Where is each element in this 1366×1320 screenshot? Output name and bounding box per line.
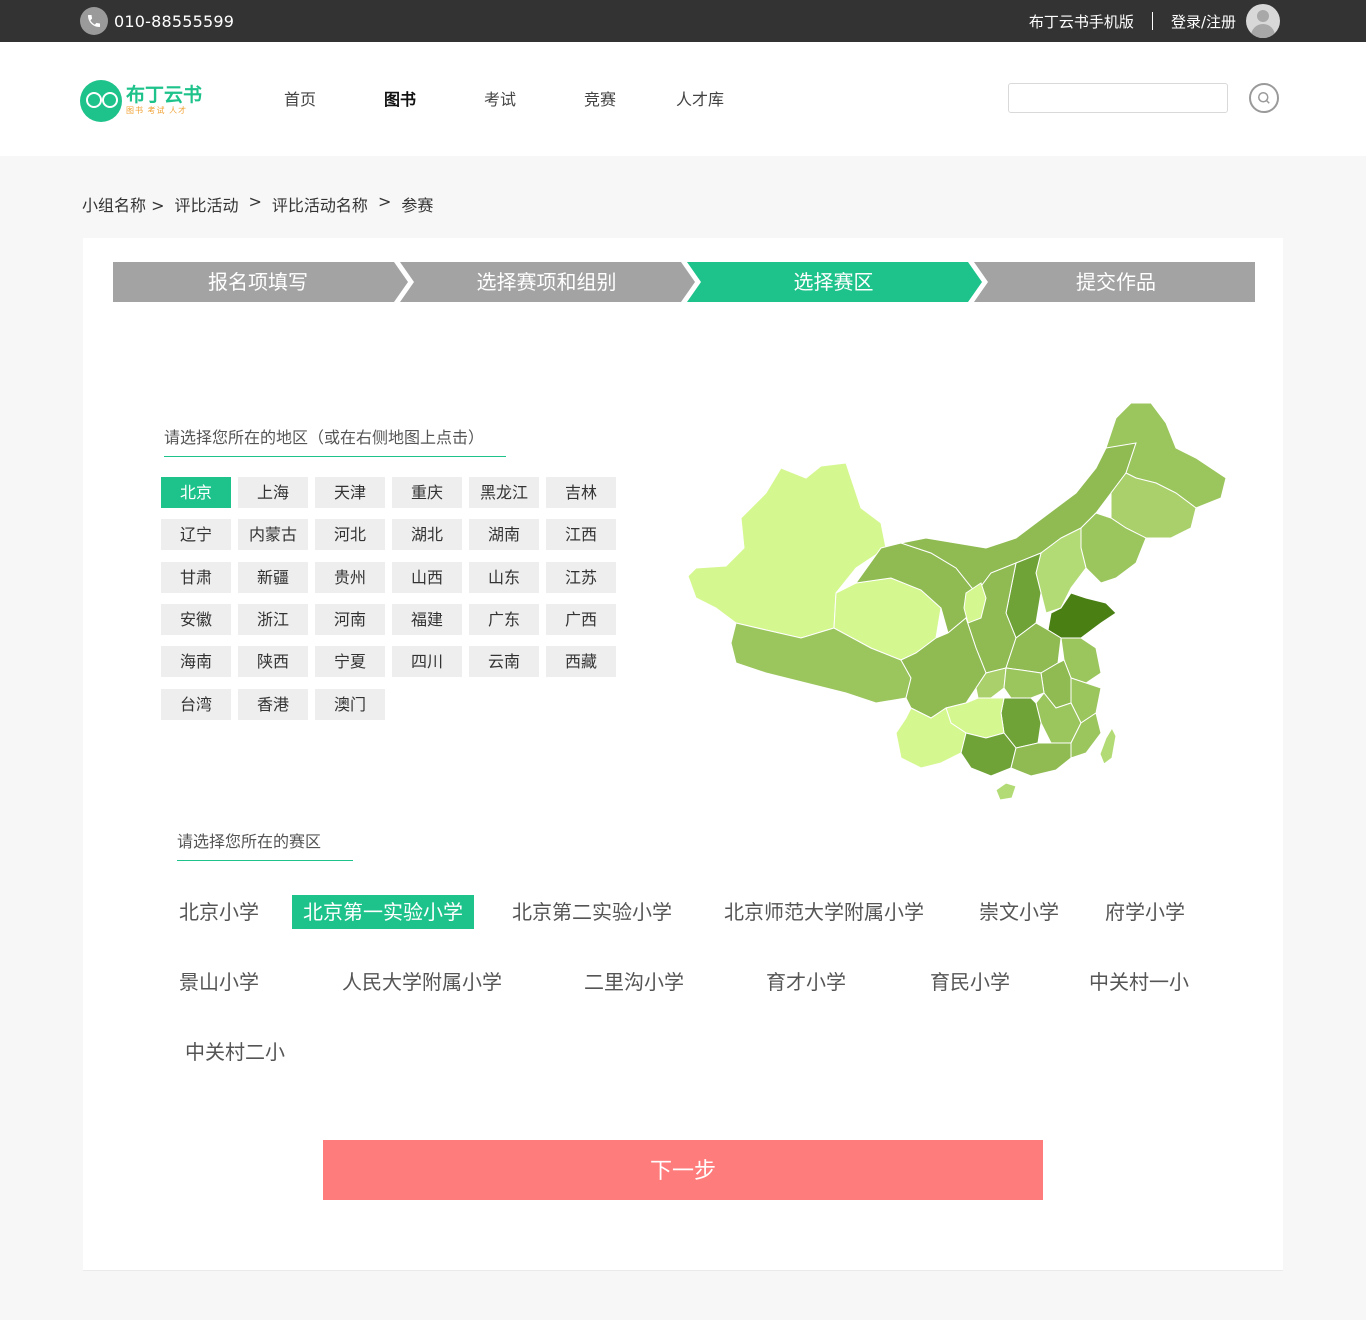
region-heilongjiang[interactable]: 黑龙江 <box>469 477 539 508</box>
map-hubei[interactable] <box>1003 667 1045 699</box>
region-guizhou[interactable]: 贵州 <box>315 562 385 593</box>
region-tianjin[interactable]: 天津 <box>315 477 385 508</box>
zone-item[interactable]: 中关村一小 <box>1089 965 1189 999</box>
avatar[interactable] <box>1246 4 1280 38</box>
breadcrumb-activity-name[interactable]: 评比活动名称 <box>272 192 368 216</box>
region-beijing[interactable]: 北京 <box>161 477 231 508</box>
logo-title: 布丁云书 <box>126 84 203 106</box>
search-button[interactable] <box>1249 83 1279 113</box>
hotline: 010-88555599 <box>80 6 234 36</box>
region-jiangxi[interactable]: 江西 <box>546 519 616 550</box>
region-xinjiang[interactable]: 新疆 <box>238 562 308 593</box>
region-liaoning[interactable]: 辽宁 <box>161 519 231 550</box>
region-henan[interactable]: 河南 <box>315 604 385 635</box>
region-xizang[interactable]: 西藏 <box>546 646 616 677</box>
zone-item[interactable]: 育才小学 <box>766 965 846 999</box>
region-taiwan[interactable]: 台湾 <box>161 689 231 720</box>
region-guangxi[interactable]: 广西 <box>546 604 616 635</box>
progress-steps: 报名项填写 选择赛项和组别 选择赛区 提交作品 <box>113 262 1255 302</box>
zone-section-title: 请选择您所在的赛区 <box>177 828 353 861</box>
breadcrumb-current: 参赛 <box>401 196 434 215</box>
region-shandong[interactable]: 山东 <box>469 562 539 593</box>
region-guangdong[interactable]: 广东 <box>469 604 539 635</box>
zone-item[interactable]: 二里沟小学 <box>584 965 684 999</box>
breadcrumb-activity[interactable]: 评比活动 <box>175 192 239 216</box>
region-shanxi[interactable]: 山西 <box>392 562 462 593</box>
main-card: 报名项填写 选择赛项和组别 选择赛区 提交作品 请选择您所在的地区（或在右侧地图… <box>83 238 1283 1271</box>
region-macau[interactable]: 澳门 <box>315 689 385 720</box>
step-fill-form[interactable]: 报名项填写 <box>113 262 403 302</box>
region-hebei[interactable]: 河北 <box>315 519 385 550</box>
breadcrumb-separator: > <box>248 192 262 211</box>
logo-subtitle: 图书 考试 人才 <box>126 106 188 115</box>
region-shanghai[interactable]: 上海 <box>238 477 308 508</box>
nav-item-contest[interactable]: 竞赛 <box>550 86 650 114</box>
map-hainan[interactable] <box>995 782 1017 801</box>
breadcrumb: 小组名称 > 评比活动 > 评比活动名称 > 参赛 <box>82 192 443 216</box>
region-section-title: 请选择您所在的地区（或在右侧地图上点击） <box>164 424 506 457</box>
zone-item[interactable]: 崇文小学 <box>979 895 1059 929</box>
next-step-button[interactable]: 下一步 <box>323 1140 1043 1200</box>
step-select-zone[interactable]: 选择赛区 <box>690 262 977 302</box>
nav-item-books[interactable]: 图书 <box>350 86 450 114</box>
nav-item-talent[interactable]: 人才库 <box>650 86 750 114</box>
region-hainan[interactable]: 海南 <box>161 646 231 677</box>
region-hubei[interactable]: 湖北 <box>392 519 462 550</box>
region-neimenggu[interactable]: 内蒙古 <box>238 519 308 550</box>
region-hunan[interactable]: 湖南 <box>469 519 539 550</box>
china-map[interactable] <box>686 398 1231 803</box>
region-gansu[interactable]: 甘肃 <box>161 562 231 593</box>
zone-item[interactable]: 人民大学附属小学 <box>342 965 502 999</box>
mobile-version-link[interactable]: 布丁云书手机版 <box>1029 11 1134 32</box>
search-icon <box>1258 92 1270 104</box>
map-guangdong[interactable] <box>1010 742 1072 777</box>
region-sichuan[interactable]: 四川 <box>392 646 462 677</box>
top-right-links: 布丁云书手机版 登录/注册 <box>1029 4 1280 38</box>
zone-item-selected[interactable]: 北京第一实验小学 <box>292 895 474 929</box>
region-hongkong[interactable]: 香港 <box>238 689 308 720</box>
breadcrumb-separator: > <box>377 192 392 211</box>
main-nav: 首页 图书 考试 竞赛 人才库 <box>250 86 750 114</box>
nav-item-exam[interactable]: 考试 <box>450 86 550 114</box>
zone-item[interactable]: 北京小学 <box>179 895 259 929</box>
site-header: 布丁云书 图书 考试 人才 首页 图书 考试 竞赛 人才库 <box>0 42 1366 156</box>
region-ningxia[interactable]: 宁夏 <box>315 646 385 677</box>
nav-item-home[interactable]: 首页 <box>250 86 350 114</box>
step-select-event[interactable]: 选择赛项和组别 <box>403 262 690 302</box>
region-chongqing[interactable]: 重庆 <box>392 477 462 508</box>
login-register-link[interactable]: 登录/注册 <box>1171 11 1236 32</box>
map-guangxi[interactable] <box>960 732 1017 777</box>
region-yunnan[interactable]: 云南 <box>469 646 539 677</box>
divider <box>1151 12 1153 30</box>
region-fujian[interactable]: 福建 <box>392 604 462 635</box>
search-input[interactable] <box>1008 83 1228 113</box>
zone-item[interactable]: 北京第二实验小学 <box>512 895 672 929</box>
zone-item[interactable]: 北京师范大学附属小学 <box>724 895 924 929</box>
zone-item[interactable]: 府学小学 <box>1105 895 1185 929</box>
region-jilin[interactable]: 吉林 <box>546 477 616 508</box>
zone-item[interactable]: 育民小学 <box>930 965 1010 999</box>
region-anhui[interactable]: 安徽 <box>161 604 231 635</box>
phone-icon <box>80 7 108 35</box>
site-logo[interactable]: 布丁云书 图书 考试 人才 <box>80 78 210 124</box>
phone-number: 010-88555599 <box>114 11 235 31</box>
logo-face-icon <box>80 80 122 122</box>
breadcrumb-group[interactable]: 小组名称 > <box>82 192 165 216</box>
map-taiwan[interactable] <box>1099 726 1117 765</box>
zone-item[interactable]: 景山小学 <box>179 965 259 999</box>
zone-item[interactable]: 中关村二小 <box>185 1035 285 1069</box>
region-shaanxi[interactable]: 陕西 <box>238 646 308 677</box>
region-jiangsu[interactable]: 江苏 <box>546 562 616 593</box>
region-zhejiang[interactable]: 浙江 <box>238 604 308 635</box>
step-submit-work[interactable]: 提交作品 <box>977 262 1255 302</box>
top-bar: 010-88555599 布丁云书手机版 登录/注册 <box>0 0 1366 42</box>
